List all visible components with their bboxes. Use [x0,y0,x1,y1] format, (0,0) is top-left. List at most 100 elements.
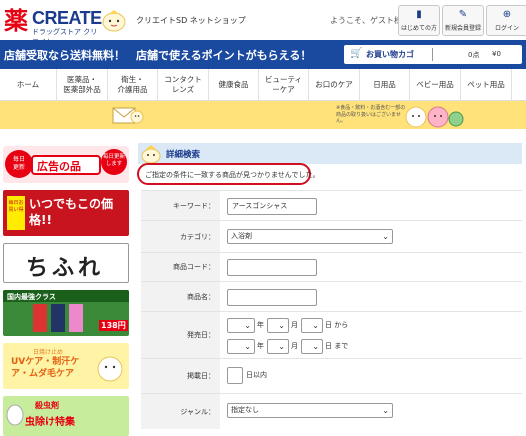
category-nav-item[interactable]: ビューティ ーケア [259,69,309,101]
year-unit: 年 [257,321,264,329]
insect-title: 虫除け特集 [25,417,75,428]
category-nav-item[interactable]: ベビー用品 [410,69,461,101]
release-to-year-select[interactable]: ⌄ [227,339,255,354]
lock-icon: ⊕ [502,9,512,20]
release-date-label: 発売日： [187,331,215,339]
genre-label: ジャンル： [180,407,215,416]
shop-name: クリエイトSD ネットショップ [136,16,246,25]
published-row: 掲載日： 日以内 [141,358,522,393]
flyer-banner[interactable]: 毎日 更新 広告の品 毎日更新します [3,146,129,183]
everyday-price-banner[interactable]: 毎日お買い得 いつでもこの価格!! [3,190,129,236]
uv-mascot-icon [97,356,123,382]
mascot-icon [102,10,126,32]
uv-subtitle: 日焼け止め [33,349,64,356]
no-results-text: ご指定の条件に一致する商品が見つかりませんでした。 [145,171,320,179]
genre-select[interactable]: 指定なし ⌄ [227,403,393,418]
product-code-row: 商品コード： [141,252,522,281]
everyday-title: いつでもこの価格!! [29,197,114,227]
product-name-row: 商品名： [141,281,522,311]
notice-text: ※食品・飲料・お酒含む一部の商品の取り扱いはございません。 [336,105,406,124]
site-header: 薬 CREATE ドラッグストア クリエイト クリエイトSD ネットショップ よ… [0,0,526,46]
release-to-day-select[interactable]: ⌄ [301,339,323,354]
chevron-down-icon: ⌄ [382,406,389,415]
uv-care-banner[interactable]: 日焼け止め UVケア・制汗ケア・ムダ毛ケア [3,343,129,389]
year-unit: 年 [257,342,264,350]
chevron-down-icon: ⌄ [312,321,319,330]
keyword-input[interactable]: アースゴンシャス [227,198,317,215]
chevron-down-icon: ⌄ [278,342,285,351]
search-panel-header: 詳細検索 [138,143,522,164]
logo-kanji: 薬 [4,6,28,35]
first-time-label: はじめての方 [400,25,437,32]
cart-icon: 🛒 [350,48,363,59]
cart-divider [432,48,433,61]
within-days-text: 日以内 [246,371,267,379]
release-from-month-select[interactable]: ⌄ [267,318,289,333]
book-icon: ▮ [416,9,422,20]
no-results-message: ご指定の条件に一致する商品が見つかりませんでした。 [137,163,319,185]
category-nav-item[interactable]: 日用品 [360,69,410,101]
chifure-banner[interactable]: ちふれ [3,243,129,283]
chevron-down-icon: ⌄ [278,321,285,330]
login-button[interactable]: ⊕ ログイン [486,5,526,36]
product-name-input[interactable] [227,289,317,306]
category-nav-item[interactable]: お口のケア [309,69,360,101]
product-code-input[interactable] [227,259,317,276]
insect-subtitle: 殺虫剤 [35,401,59,410]
category-selected: 入浴剤 [231,232,252,240]
genre-row: ジャンル： 指定なし ⌄ [141,393,522,429]
flyer-tag-left: 毎日 更新 [5,150,33,178]
category-nav-item[interactable]: ホーム [0,69,57,101]
product-name-label: 商品名： [187,292,215,301]
release-date-row: 発売日： ⌄ 年 ⌄ 月 ⌄ 日 から ⌄ 年 ⌄ 月 ⌄ 日 まで [141,311,522,358]
month-unit: 月 [291,321,298,329]
category-nav-item[interactable]: ペット用品 [461,69,512,101]
insect-mascot-icon [6,404,24,426]
chevron-down-icon: ⌄ [244,321,251,330]
cart-button[interactable]: 🛒 お買い物カゴ 0点 ¥0 [344,45,522,64]
cart-amount: ¥0 [492,50,501,58]
chevron-down-icon: ⌄ [312,342,319,351]
create-logo[interactable]: 薬 CREATE ドラッグストア クリエイト [4,6,102,46]
chevron-down-icon: ⌄ [382,232,389,241]
published-days-input[interactable] [227,367,243,384]
pencil-icon: ✎ [458,9,468,20]
category-nav-item[interactable]: コンタクト レンズ [158,69,209,101]
category-select[interactable]: 入浴剤 ⌄ [227,229,393,244]
cart-label: お買い物カゴ [366,50,414,59]
envelope-mascot-icon [112,107,144,124]
genre-selected: 指定なし [231,406,259,414]
category-label: カテゴリ： [180,232,215,241]
release-to-month-select[interactable]: ⌄ [267,339,289,354]
release-from-year-select[interactable]: ⌄ [227,318,255,333]
day-to-unit: 日 まで [325,342,349,350]
category-nav: ホーム 医薬品・ 医薬部外品 衛生・ 介護用品 コンタクト レンズ 健康食品 ビューティ … [0,69,526,101]
category-nav-item[interactable]: 医薬品・ 医薬部外品 [57,69,108,101]
chevron-down-icon: ⌄ [244,342,251,351]
notice-strip: ※食品・飲料・お酒含む一部の商品の取り扱いはございません。 [0,101,526,129]
logo-brand: CREATE [32,8,102,28]
domestic-title: 国内最強クラス [7,293,56,301]
first-time-button[interactable]: ▮ はじめての方 [398,5,440,36]
keyword-row: キーワード： アースゴンシャス [141,190,522,220]
uv-title: UVケア・制汗ケア・ムダ毛ケア [11,357,80,379]
register-button[interactable]: ✎ 新規会員登録 [442,5,484,36]
domestic-brand-banner[interactable]: 国内最強クラス 138円 [3,290,129,336]
category-nav-item[interactable]: 衛生・ 介護用品 [108,69,158,101]
domestic-price: 138円 [99,320,128,331]
published-label: 掲載日： [187,372,215,380]
category-nav-item[interactable]: 健康食品 [209,69,259,101]
day-from-unit: 日 から [325,321,349,329]
promo-banner: 店舗受取なら送料無料！ 店舗で使えるポイントがもらえる！ 🛒 お買い物カゴ 0点… [0,40,526,69]
category-row: カテゴリ： 入浴剤 ⌄ [141,220,522,252]
mascot-icon [141,145,161,164]
flyer-tag-right: 毎日更新します [101,149,127,175]
search-panel-title: 詳細検索 [166,150,201,160]
welcome-text: ようこそ、ゲスト様 [330,16,402,25]
release-from-day-select[interactable]: ⌄ [301,318,323,333]
insect-repellent-banner[interactable]: 殺虫剤 虫除け特集 [3,396,129,436]
product-code-label: 商品コード： [173,263,215,271]
keyword-label: キーワード： [173,201,215,210]
register-label: 新規会員登録 [444,25,481,32]
header-buttons: ▮ はじめての方 ✎ 新規会員登録 ⊕ ログイン [398,5,526,36]
